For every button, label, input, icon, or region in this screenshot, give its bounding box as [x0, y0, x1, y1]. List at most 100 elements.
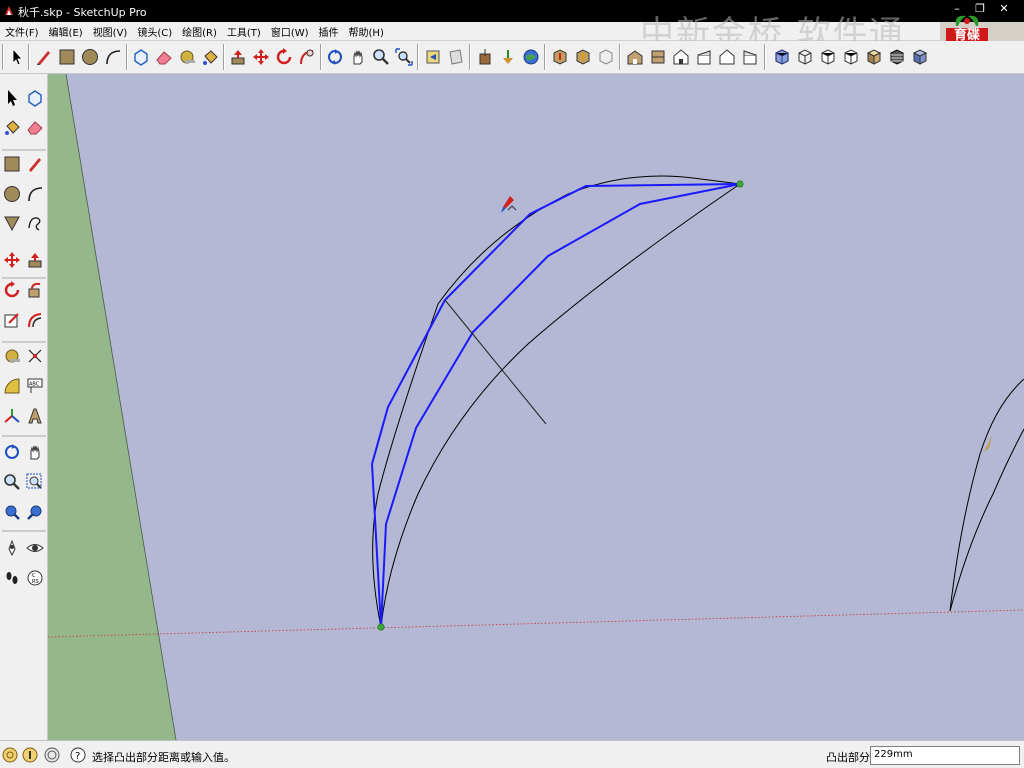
paint-bucket-icon[interactable] — [199, 45, 221, 69]
tape-measure-icon[interactable] — [176, 45, 198, 69]
circle-icon[interactable] — [79, 45, 101, 69]
red-axis-line — [48, 609, 1024, 638]
endpoint-marker-bottom[interactable] — [377, 623, 385, 631]
cursor-icon — [501, 196, 517, 213]
paint-bucket-icon[interactable] — [1, 115, 23, 139]
menu-tools[interactable]: 工具(T) — [222, 22, 266, 40]
menu-camera[interactable]: 镜头(C) — [132, 22, 177, 40]
arc-icon[interactable] — [102, 45, 124, 69]
eraser-icon[interactable] — [24, 115, 46, 139]
left-view-icon[interactable] — [739, 45, 761, 69]
position-camera-icon[interactable] — [1, 536, 23, 560]
menu-plugins[interactable]: 插件 — [314, 22, 344, 40]
shaded-textures-style-icon[interactable] — [863, 45, 885, 69]
sketchup-window: 秋千.skp - SketchUp Pro – ❐ ✕ 文件(F) 编辑(E) … — [0, 0, 1024, 768]
add-location-icon[interactable] — [474, 45, 496, 69]
shaded-striped-style-icon[interactable] — [886, 45, 908, 69]
pan-icon[interactable] — [24, 440, 46, 464]
push-pull-icon[interactable] — [227, 45, 249, 69]
3d-text-icon[interactable] — [24, 404, 46, 428]
photo-textures-icon[interactable] — [595, 45, 617, 69]
freehand-icon[interactable] — [24, 211, 46, 235]
close-button[interactable]: ✕ — [997, 2, 1011, 16]
toolbar-grip — [2, 44, 4, 70]
scale-icon[interactable] — [1, 308, 23, 332]
move-icon[interactable] — [1, 248, 23, 272]
rotate-icon[interactable] — [273, 45, 295, 69]
orbit-icon[interactable] — [1, 440, 23, 464]
credits-icon[interactable] — [22, 747, 38, 763]
follow-me-icon[interactable] — [296, 45, 318, 69]
section-plane-icon[interactable]: C RS — [24, 566, 46, 590]
menu-file[interactable]: 文件(F) — [0, 22, 44, 40]
menu-edit[interactable]: 编辑(E) — [44, 22, 88, 40]
window-title: 秋千.skp - SketchUp Pro — [18, 6, 147, 19]
inference-line — [444, 299, 547, 425]
second-arc-outer — [949, 378, 1024, 612]
axes-icon[interactable] — [1, 404, 23, 428]
select-icon[interactable] — [1, 86, 23, 110]
offset-icon[interactable] — [24, 308, 46, 332]
dimension-icon[interactable] — [24, 344, 46, 368]
get-models-icon[interactable] — [520, 45, 542, 69]
toggle-terrain-icon[interactable] — [497, 45, 519, 69]
next-view-icon[interactable] — [445, 45, 467, 69]
tape-measure-icon[interactable] — [1, 344, 23, 368]
zoom-icon[interactable] — [1, 470, 23, 494]
shaded-style-icon[interactable] — [840, 45, 862, 69]
back-view-icon[interactable] — [716, 45, 738, 69]
follow-me-icon[interactable] — [24, 278, 46, 302]
selected-inner-curve[interactable] — [380, 183, 741, 628]
move-icon[interactable] — [250, 45, 272, 69]
look-around-icon[interactable] — [24, 536, 46, 560]
orbit-icon[interactable] — [324, 45, 346, 69]
previous-icon[interactable] — [24, 500, 46, 524]
rotate-icon[interactable] — [1, 278, 23, 302]
help-icon[interactable]: ? — [70, 747, 86, 763]
get-photo-texture-icon[interactable] — [549, 45, 571, 69]
menu-window[interactable]: 窗口(W) — [266, 22, 314, 40]
front-view-icon[interactable] — [670, 45, 692, 69]
polygon-icon[interactable] — [1, 211, 23, 235]
menu-view[interactable]: 视图(V) — [88, 22, 133, 40]
protractor-icon[interactable] — [1, 374, 23, 398]
monochrome-style-icon[interactable] — [909, 45, 931, 69]
rectangle-icon[interactable] — [56, 45, 78, 69]
share-component-icon[interactable] — [572, 45, 594, 69]
previous-view-icon[interactable] — [422, 45, 444, 69]
line-icon[interactable] — [24, 152, 46, 176]
circle-icon[interactable] — [1, 182, 23, 206]
menu-draw[interactable]: 绘图(R) — [177, 22, 222, 40]
svg-text:ABC: ABC — [29, 382, 40, 388]
top-view-icon[interactable] — [647, 45, 669, 69]
make-component-icon[interactable] — [130, 45, 152, 69]
walk-icon[interactable] — [1, 566, 23, 590]
hidden-line-style-icon[interactable] — [817, 45, 839, 69]
svg-text:RS: RS — [32, 579, 39, 585]
geo-location-icon[interactable] — [2, 747, 18, 763]
zoom-icon[interactable] — [370, 45, 392, 69]
eraser-icon[interactable] — [153, 45, 175, 69]
push-pull-icon[interactable] — [24, 248, 46, 272]
rectangle-icon[interactable] — [1, 152, 23, 176]
user-icon[interactable] — [44, 747, 60, 763]
menu-help[interactable]: 帮助(H) — [344, 22, 389, 40]
model-canvas[interactable] — [48, 74, 1024, 740]
xray-style-icon[interactable] — [771, 45, 793, 69]
iso-view-icon[interactable] — [624, 45, 646, 69]
drawing-viewport[interactable] — [48, 74, 1024, 740]
zoom-extents-icon[interactable] — [1, 500, 23, 524]
arc-icon[interactable] — [24, 182, 46, 206]
endpoint-marker-top[interactable] — [736, 180, 744, 188]
zoom-extents-icon[interactable] — [393, 45, 415, 69]
make-component-icon[interactable] — [24, 86, 46, 110]
wireframe-style-icon[interactable] — [794, 45, 816, 69]
text-icon[interactable]: ABC — [24, 374, 46, 398]
large-toolset: ABC C RS — [0, 74, 48, 740]
pan-icon[interactable] — [347, 45, 369, 69]
zoom-window-icon[interactable] — [24, 470, 46, 494]
pencil-icon[interactable] — [33, 45, 55, 69]
measurement-input[interactable]: 229mm — [870, 746, 1020, 765]
right-view-icon[interactable] — [693, 45, 715, 69]
select-icon[interactable] — [6, 45, 28, 69]
